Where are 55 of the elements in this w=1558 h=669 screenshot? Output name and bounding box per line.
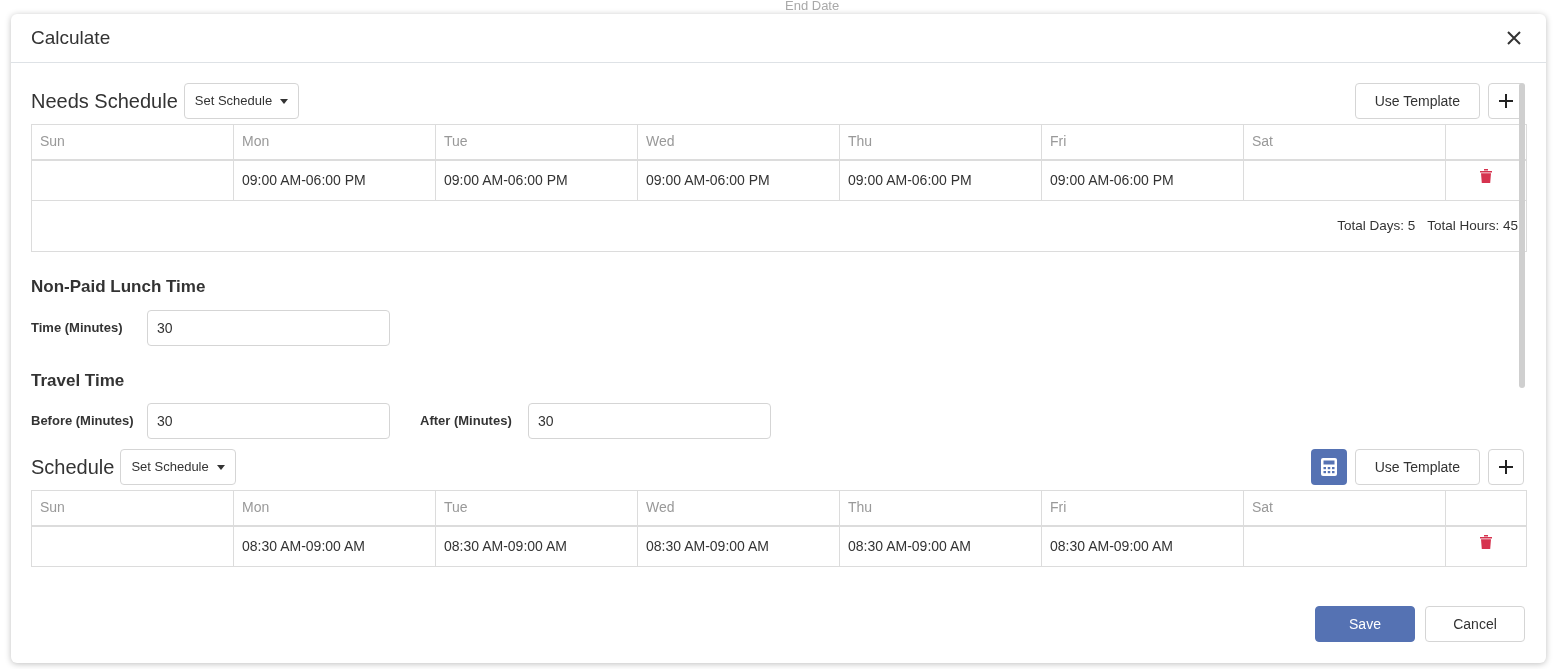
schedule-time: 08:30 AM-09:00 AM <box>242 537 365 554</box>
calculator-icon <box>1320 458 1337 476</box>
column-header: Wed <box>637 124 840 160</box>
scrollbar-thumb[interactable] <box>1519 83 1525 388</box>
plus-icon <box>1498 93 1514 109</box>
column-header: Tue <box>435 124 638 160</box>
column-header: Tue <box>435 490 638 526</box>
column-header: Fri <box>1041 124 1244 160</box>
schedule-time: 08:30 AM-09:00 AM <box>1050 537 1173 554</box>
column-header: Sat <box>1243 490 1446 526</box>
delete-icon[interactable] <box>1480 168 1492 183</box>
use-template-button[interactable]: Use Template <box>1354 83 1480 119</box>
input-field[interactable]: 30 <box>147 403 390 439</box>
delete-icon[interactable] <box>1480 534 1492 549</box>
section-title: Needs Schedule <box>31 89 178 114</box>
section-heading: Travel Time <box>31 369 126 392</box>
plus-icon <box>1498 459 1514 475</box>
schedule-time: 09:00 AM-06:00 PM <box>242 171 366 188</box>
total-label: Total Hours: 45 <box>1427 217 1518 233</box>
field-label: After (Minutes) <box>420 412 513 431</box>
total-label: Total Days: 5 <box>1337 217 1416 233</box>
schedule-time: 08:30 AM-09:00 AM <box>848 537 971 554</box>
section-title: Schedule <box>31 455 115 480</box>
schedule-time: 09:00 AM-06:00 PM <box>1050 171 1174 188</box>
caret-icon <box>280 98 289 104</box>
cancel-button[interactable]: Cancel <box>1425 606 1525 642</box>
caret-icon <box>216 464 225 470</box>
column-header: Thu <box>839 124 1042 160</box>
field-label: Time (Minutes) <box>31 318 124 337</box>
column-header: Sat <box>1243 124 1446 160</box>
field-label: Before (Minutes) <box>31 412 135 431</box>
section-heading: Non-Paid Lunch Time <box>31 276 207 298</box>
input-field[interactable]: 30 <box>147 309 390 346</box>
save-button[interactable]: Save <box>1315 606 1415 642</box>
column-header: Thu <box>839 490 1042 526</box>
dropdown-button[interactable]: Set Schedule <box>183 83 300 119</box>
input-field[interactable]: 30 <box>528 403 771 439</box>
column-header: Sun <box>31 124 234 160</box>
column-header: Sun <box>31 490 234 526</box>
use-template-button[interactable]: Use Template <box>1354 449 1480 485</box>
schedule-time: 09:00 AM-06:00 PM <box>444 171 568 188</box>
schedule-time: 09:00 AM-06:00 PM <box>848 171 972 188</box>
column-header: Wed <box>637 490 840 526</box>
close-icon <box>1506 30 1522 46</box>
column-header: Mon <box>233 490 436 526</box>
background-label: End Date <box>785 0 840 14</box>
column-header: Fri <box>1041 490 1244 526</box>
column-header: Mon <box>233 124 436 160</box>
calculator-button[interactable] <box>1310 449 1347 485</box>
schedule-time: 08:30 AM-09:00 AM <box>646 537 769 554</box>
dropdown-button[interactable]: Set Schedule <box>120 449 236 485</box>
modal-title: Calculate <box>31 25 111 50</box>
schedule-time: 09:00 AM-06:00 PM <box>646 171 770 188</box>
add-button[interactable] <box>1488 449 1524 485</box>
schedule-time: 08:30 AM-09:00 AM <box>444 537 567 554</box>
